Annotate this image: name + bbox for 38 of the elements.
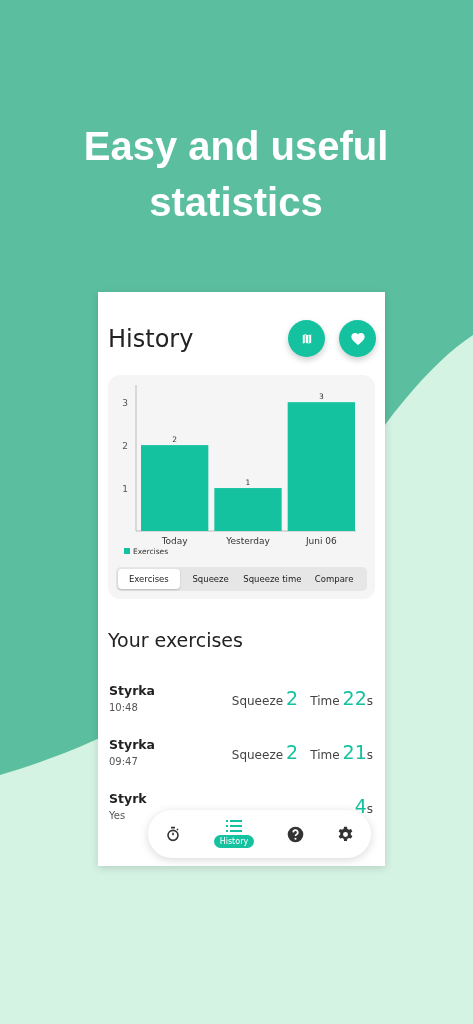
time-label: Time [310, 694, 340, 708]
squeeze-label: Squeeze [231, 748, 284, 762]
duration-value: 22 [342, 687, 367, 709]
help-icon[interactable] [287, 825, 305, 843]
exercise-name: Styrka [109, 737, 156, 752]
duration-unit: s [366, 694, 373, 708]
heart-icon [349, 330, 366, 347]
squeeze-label: Squeeze [231, 694, 284, 708]
headline: Easy and useful statistics [82, 123, 390, 226]
y-tick-label: 2 [122, 441, 128, 452]
time-label: Time [310, 748, 340, 762]
settings-icon[interactable] [337, 825, 355, 843]
x-tick-label: Today [161, 536, 188, 546]
screen-title: History [108, 324, 194, 353]
duration-value: 4 [354, 795, 367, 817]
duration-unit: s [366, 748, 373, 762]
segment-tab[interactable]: Compare [303, 569, 365, 589]
exercise-name: Styrka [109, 683, 156, 698]
bar [214, 488, 282, 531]
segment-tab[interactable]: Exercises [118, 569, 180, 589]
squeeze-count: 2 [286, 687, 299, 709]
squeeze-count: 2 [286, 741, 299, 763]
y-tick-label: 3 [122, 398, 128, 409]
map-icon [299, 331, 314, 346]
exercise-time: Yes [109, 810, 127, 821]
x-tick-label: Juni 06 [305, 536, 337, 546]
segment-tab[interactable]: Squeeze [179, 569, 242, 589]
section-title: Your exercises [107, 628, 244, 653]
legend-swatch [124, 548, 130, 554]
y-tick-label: 1 [122, 484, 128, 495]
x-tick-label: Yesterday [226, 536, 270, 546]
exercise-time: 09:47 [109, 756, 139, 767]
duration-value: 21 [342, 741, 367, 763]
stopwatch-icon[interactable] [164, 826, 181, 842]
exercise-time: 10:48 [109, 702, 139, 713]
segment-tab[interactable]: Squeeze time [241, 569, 304, 589]
duration-unit: s [366, 802, 373, 816]
exercise-name: Styrk [109, 791, 147, 806]
